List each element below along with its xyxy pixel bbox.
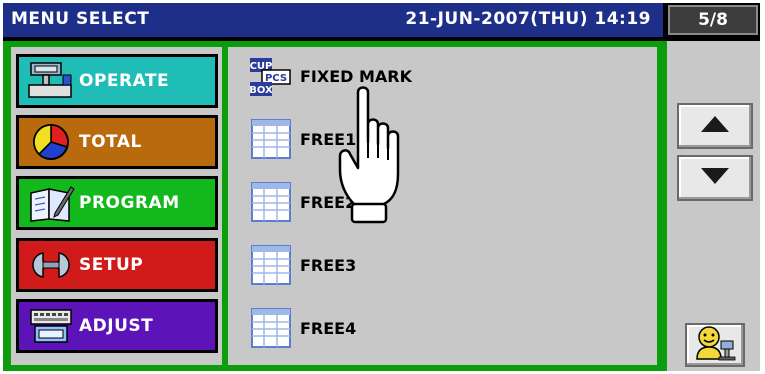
scroll-up-button[interactable] — [677, 103, 753, 149]
free-label-icon — [246, 178, 298, 226]
total-label: TOTAL — [79, 132, 142, 152]
title-bar: MENU SELECT 21-JUN-2007(THU) 14:19 5/8 — [3, 3, 760, 37]
free-label-icon — [246, 115, 298, 163]
program-label: PROGRAM — [79, 193, 180, 213]
free3-item[interactable]: FREE3 — [246, 240, 356, 290]
date-time-display: 21-JUN-2007(THU) 14:19 — [405, 9, 651, 29]
book-pencil-icon — [25, 180, 77, 226]
free-label-icon — [246, 241, 298, 289]
svg-text:BOX: BOX — [249, 85, 273, 96]
setup-label: SETUP — [79, 255, 144, 275]
triangle-down-icon — [700, 167, 730, 189]
scroll-down-button[interactable] — [677, 155, 753, 201]
free-label-icon — [246, 304, 298, 352]
setup-button[interactable]: SETUP — [16, 238, 218, 292]
triangle-up-icon — [700, 115, 730, 137]
operator-assist-button[interactable] — [685, 323, 745, 367]
screen-title: MENU SELECT — [11, 9, 150, 29]
cup-pcs-box-icon: CUP PCS BOX — [246, 52, 298, 100]
title-bar-main: MENU SELECT 21-JUN-2007(THU) 14:19 — [3, 3, 663, 37]
adjust-button[interactable]: ADJUST — [16, 299, 218, 353]
pointing-hand-icon — [338, 86, 400, 224]
main-menu-panel: OPERATE TOTAL PROGRAM SETUP ADJUST — [11, 47, 222, 365]
page-indicator: 5/8 — [668, 5, 758, 35]
wrench-icon — [25, 242, 77, 288]
navigation-strip — [667, 41, 760, 371]
pie-chart-icon — [25, 119, 77, 165]
free4-item[interactable]: FREE4 — [246, 303, 356, 353]
keyboard-monitor-icon — [25, 303, 77, 349]
free4-label: FREE4 — [300, 318, 357, 338]
program-button[interactable]: PROGRAM — [16, 176, 218, 230]
menu-content-area: OPERATE TOTAL PROGRAM SETUP ADJUST CUP P… — [3, 41, 667, 371]
operator-icon — [693, 325, 737, 365]
scale-icon — [25, 58, 77, 104]
fixed-mark-label: FIXED MARK — [300, 66, 413, 86]
operate-button[interactable]: OPERATE — [16, 54, 218, 108]
submenu-panel: CUP PCS BOX FIXED MARK FREE1 FREE2 FREE3… — [228, 47, 657, 365]
adjust-label: ADJUST — [79, 316, 154, 336]
free3-label: FREE3 — [300, 255, 357, 275]
total-button[interactable]: TOTAL — [16, 115, 218, 169]
operate-label: OPERATE — [79, 71, 170, 91]
